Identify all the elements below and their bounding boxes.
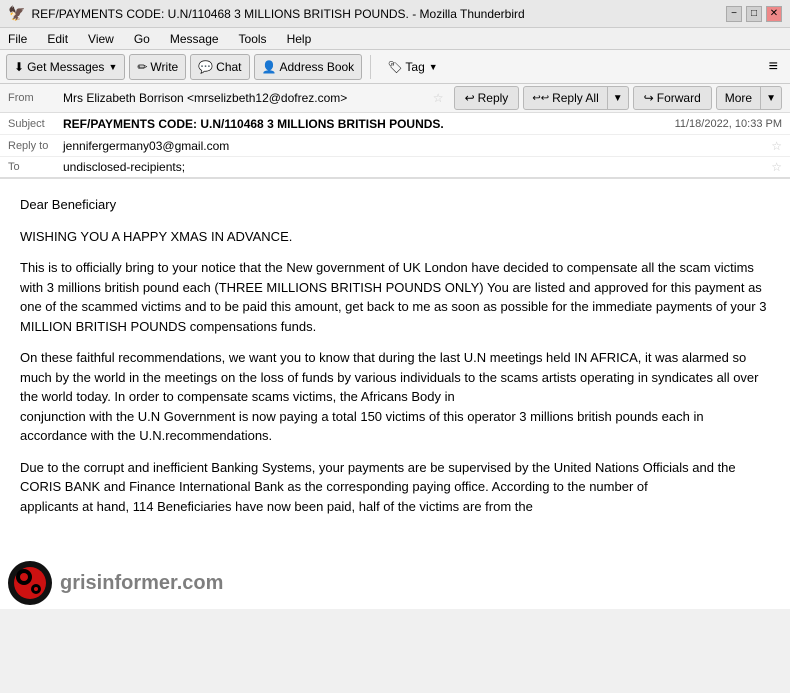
email-date: 11/18/2022, 10:33 PM (675, 118, 782, 130)
email-paragraph-1: Dear Beneficiary (20, 195, 770, 215)
reply-button[interactable]: ↩ Reply (454, 86, 520, 110)
email-paragraph-4: On these faithful recommendations, we wa… (20, 348, 770, 446)
minimize-button[interactable]: − (726, 6, 742, 22)
toolbar-separator (370, 55, 371, 79)
email-headers: From Mrs Elizabeth Borrison <mrselizbeth… (0, 84, 790, 179)
write-icon: ✏ (137, 60, 147, 74)
reply-all-dropdown-button[interactable]: ▼ (608, 86, 629, 110)
subject-value: REF/PAYMENTS CODE: U.N/110468 3 MILLIONS… (63, 117, 444, 131)
chat-button[interactable]: 💬 Chat (190, 54, 249, 80)
address-book-icon: 👤 (262, 60, 277, 74)
window-controls: − □ ✕ (726, 6, 782, 22)
close-button[interactable]: ✕ (766, 6, 782, 22)
reply-all-split-button: ↩↩ Reply All ▼ (523, 86, 628, 110)
address-book-button[interactable]: 👤 Address Book (254, 54, 363, 80)
forward-icon: ↪ (644, 91, 654, 105)
watermark-overlay: grisinformer.com (0, 529, 774, 609)
menu-go[interactable]: Go (130, 30, 154, 48)
to-star-icon[interactable]: ☆ (771, 160, 782, 174)
tag-icon: 🏷 (387, 60, 402, 74)
menu-file[interactable]: File (4, 30, 31, 48)
subject-label: Subject (8, 118, 63, 130)
forward-button[interactable]: ↪ Forward (633, 86, 712, 110)
watermark-text: grisinformer.com (60, 568, 223, 598)
menu-edit[interactable]: Edit (43, 30, 72, 48)
menu-view[interactable]: View (84, 30, 118, 48)
email-paragraph-5: Due to the corrupt and inefficient Banki… (20, 458, 770, 517)
main-toolbar: ⬇ Get Messages ▼ ✏ Write 💬 Chat 👤 Addres… (0, 50, 790, 84)
get-messages-button[interactable]: ⬇ Get Messages ▼ (6, 54, 125, 80)
from-value: Mrs Elizabeth Borrison <mrselizbeth12@do… (63, 91, 429, 105)
email-paragraph-3: This is to officially bring to your noti… (20, 258, 770, 336)
menubar: File Edit View Go Message Tools Help (0, 28, 790, 50)
reply-to-value: jennifergermany03@gmail.com (63, 139, 767, 153)
reply-icon: ↩ (465, 91, 475, 105)
more-dropdown-button[interactable]: ▼ (761, 86, 782, 110)
maximize-button[interactable]: □ (746, 6, 762, 22)
more-split-button: More ▼ (716, 86, 782, 110)
app-icon: 🦅 (8, 5, 25, 22)
menu-help[interactable]: Help (283, 30, 316, 48)
window-title: REF/PAYMENTS CODE: U.N/110468 3 MILLIONS… (31, 7, 726, 21)
menu-tools[interactable]: Tools (235, 30, 271, 48)
logo-icon (8, 561, 52, 605)
to-value: undisclosed-recipients; (63, 160, 767, 174)
get-messages-icon: ⬇ (14, 60, 24, 74)
to-label: To (8, 161, 63, 173)
email-paragraph-2: WISHING YOU A HAPPY XMAS IN ADVANCE. (20, 227, 770, 247)
get-messages-dropdown-icon[interactable]: ▼ (108, 62, 117, 72)
watermark-logo: grisinformer.com (8, 561, 223, 605)
email-body: Dear Beneficiary WISHING YOU A HAPPY XMA… (0, 179, 790, 609)
reply-to-label: Reply to (8, 140, 63, 152)
hamburger-menu-button[interactable]: ≡ (763, 56, 784, 78)
to-row: To undisclosed-recipients; ☆ (0, 157, 790, 179)
subject-row: Subject REF/PAYMENTS CODE: U.N/110468 3 … (0, 113, 790, 135)
tag-button[interactable]: 🏷 Tag ▼ (379, 54, 446, 80)
reply-all-button[interactable]: ↩↩ Reply All (523, 86, 607, 110)
write-button[interactable]: ✏ Write (129, 54, 186, 80)
menu-message[interactable]: Message (166, 30, 223, 48)
from-label: From (8, 92, 63, 104)
reply-all-icon: ↩↩ (532, 93, 549, 104)
titlebar: 🦅 REF/PAYMENTS CODE: U.N/110468 3 MILLIO… (0, 0, 790, 28)
tag-dropdown-icon[interactable]: ▼ (429, 62, 438, 72)
chat-icon: 💬 (198, 60, 213, 74)
reply-to-star-icon[interactable]: ☆ (771, 139, 782, 153)
reply-to-row: Reply to jennifergermany03@gmail.com ☆ (0, 135, 790, 157)
from-star-icon[interactable]: ☆ (433, 91, 444, 105)
more-button[interactable]: More (716, 86, 761, 110)
